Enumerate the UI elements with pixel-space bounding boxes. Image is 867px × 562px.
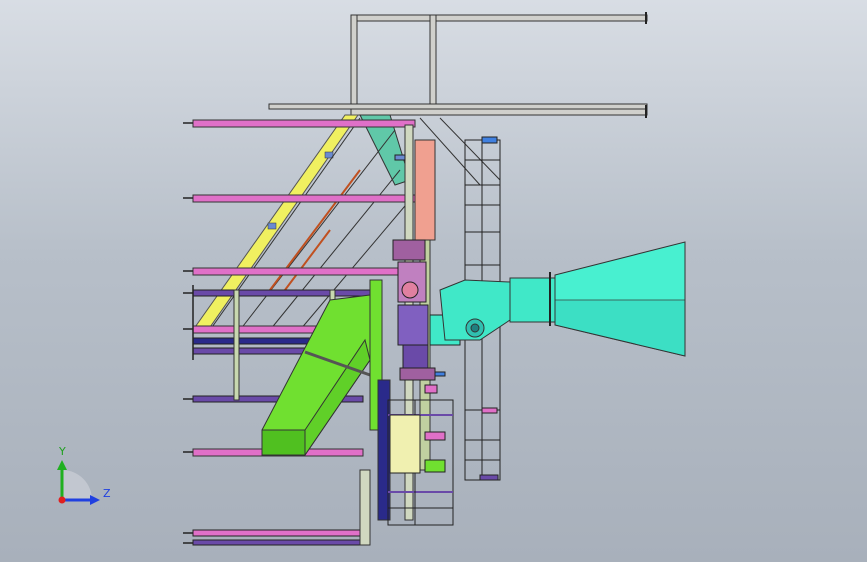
y-axis-label: Y — [58, 445, 66, 458]
assembly-model[interactable]: Y Z — [0, 0, 867, 562]
axis-triad: Y Z — [57, 445, 111, 505]
z-axis-label: Z — [103, 487, 111, 500]
green-duct[interactable] — [261, 294, 371, 457]
cone-housing[interactable] — [439, 241, 686, 357]
top-frame[interactable] — [268, 12, 648, 118]
cad-viewport[interactable]: Y Z — [0, 0, 867, 562]
post-ends — [183, 122, 194, 544]
x-axis-dot — [58, 496, 66, 504]
lower-ladder[interactable] — [387, 399, 454, 526]
